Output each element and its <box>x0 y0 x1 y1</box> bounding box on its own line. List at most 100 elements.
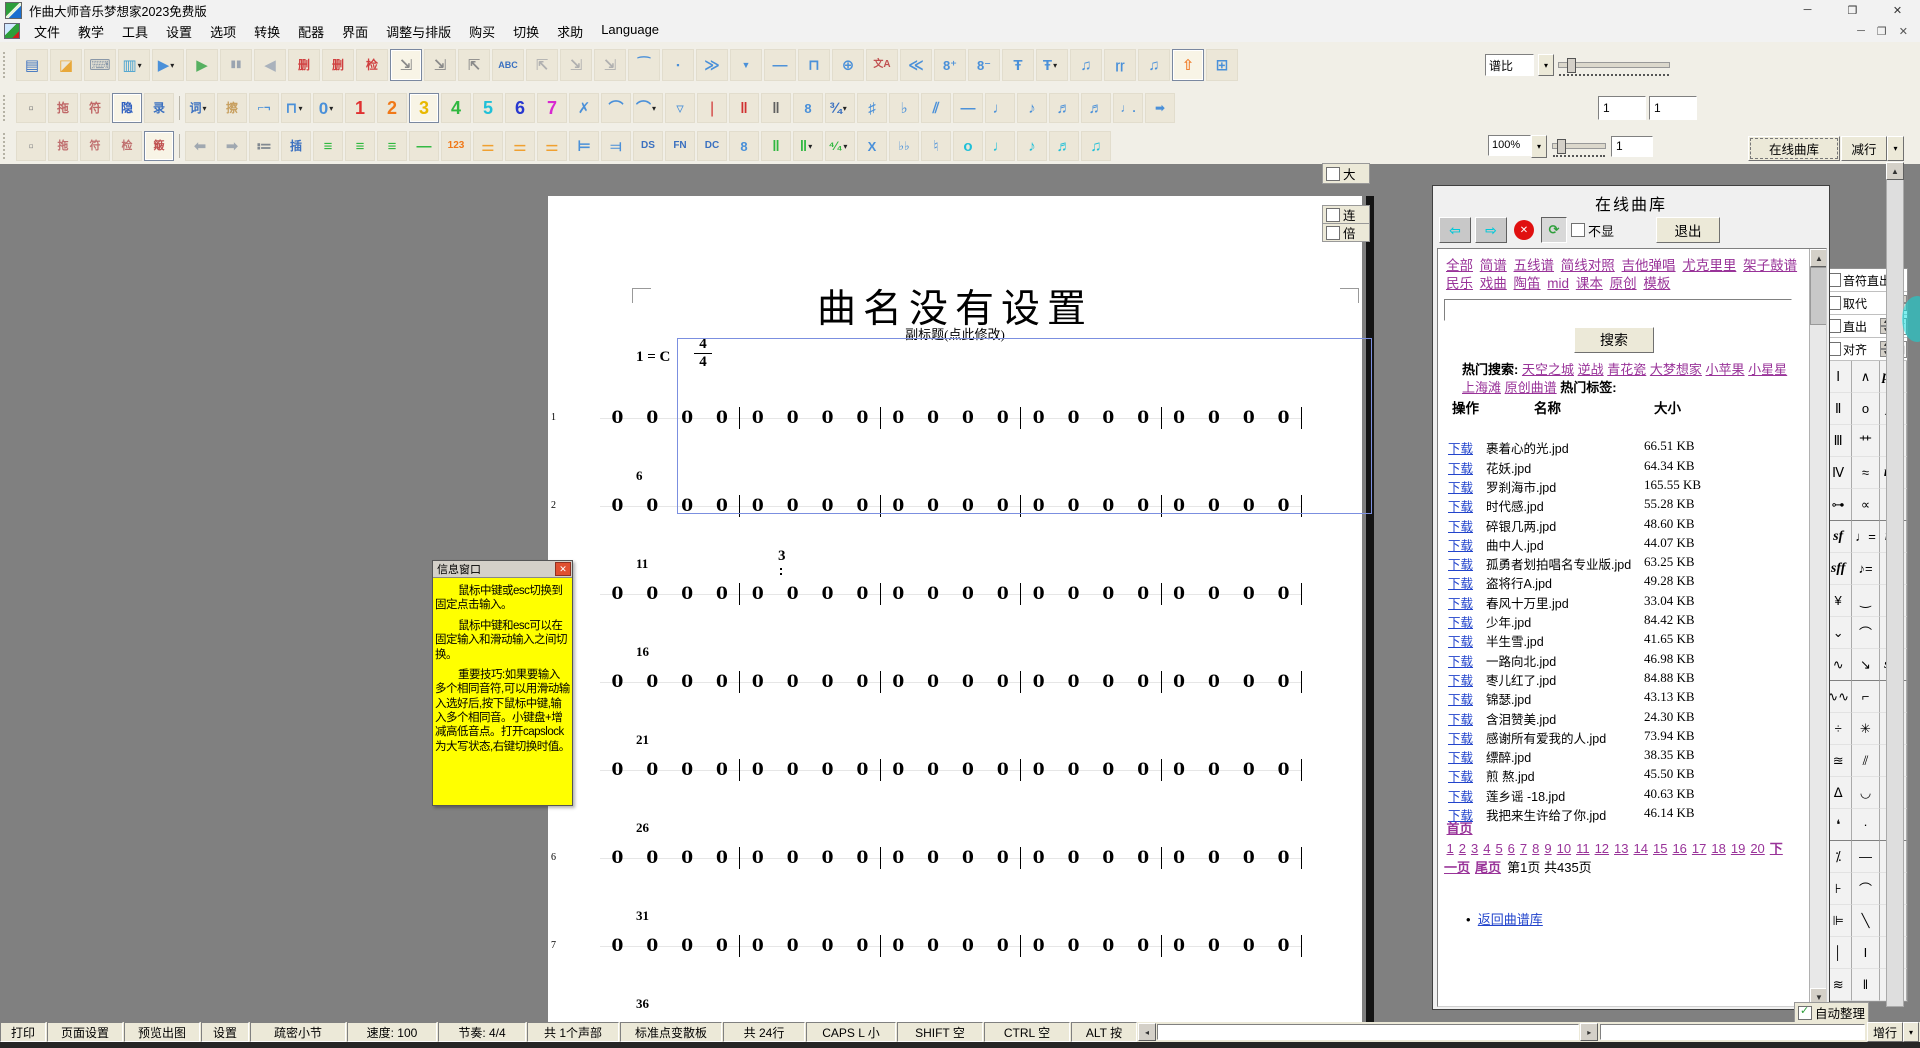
mixer-button[interactable]: ▥▾ <box>118 49 150 81</box>
add-row-button[interactable]: 增行 <box>1867 1022 1903 1042</box>
download-link[interactable]: 下载 <box>1448 516 1486 535</box>
green-lines-2-button[interactable]: ≡ <box>345 131 375 161</box>
hot-link-逆战[interactable]: 逆战 <box>1578 362 1604 377</box>
frame-box-button[interactable]: ⊓▾ <box>281 93 311 123</box>
menu-界面[interactable]: 界面 <box>333 20 377 43</box>
delete-note-button[interactable]: ✗ <box>569 93 599 123</box>
page-link-13[interactable]: 13 <box>1614 841 1628 856</box>
bar-count-input-2[interactable]: 1 <box>1649 96 1697 120</box>
accent-back-button[interactable]: ≪ <box>900 49 932 81</box>
digit-4-button[interactable]: 4 <box>441 93 471 123</box>
menu-切换[interactable]: 切换 <box>504 20 548 43</box>
menu-设置[interactable]: 设置 <box>157 20 201 43</box>
status-打印[interactable]: 打印 <box>0 1022 46 1042</box>
download-link[interactable]: 下载 <box>1448 651 1486 670</box>
palette-symbol[interactable]: ⌐ <box>1852 681 1879 713</box>
arrange-mid-button[interactable]: ⇲ <box>560 49 592 81</box>
reduce-row-button[interactable]: 减行 <box>1841 136 1887 161</box>
double-flat-button[interactable]: ♭♭ <box>889 131 919 161</box>
checkbox-slur-row[interactable]: 连 <box>1322 205 1370 224</box>
category-link-全部[interactable]: 全部 <box>1446 258 1473 273</box>
section-bar-2-button[interactable]: ‖▾ <box>793 131 823 161</box>
page-link-7[interactable]: 7 <box>1520 841 1527 856</box>
download-link[interactable]: 下载 <box>1448 766 1486 785</box>
page-link-2[interactable]: 2 <box>1459 841 1466 856</box>
delete-track-button[interactable]: 删 <box>322 49 354 81</box>
style-tool-button[interactable]: 簸 <box>144 131 174 161</box>
mdi-minimize-icon[interactable]: ─ <box>1851 25 1871 38</box>
hot-link-青花瓷[interactable]: 青花瓷 <box>1607 362 1646 377</box>
paste-mode-1-button[interactable]: ⇲ <box>390 49 422 81</box>
page-slider[interactable] <box>1552 143 1606 149</box>
digit-3-button[interactable]: 3 <box>409 93 439 123</box>
palette-symbol[interactable]: ⫽ <box>1852 745 1879 777</box>
page-first-link[interactable]: 首页 <box>1447 821 1473 836</box>
symbol-note-tool-button[interactable]: 符 <box>80 93 110 123</box>
palette-symbol[interactable]: ◡ <box>1852 777 1879 809</box>
download-link[interactable]: 下载 <box>1448 728 1486 747</box>
dropdown-arrow-icon[interactable]: ▾ <box>203 104 211 113</box>
delete-measure-button[interactable]: 删 <box>288 49 320 81</box>
download-link[interactable]: 下载 <box>1448 477 1486 496</box>
dash-group-1-button[interactable]: ⚌ <box>473 131 503 161</box>
palette-symbol[interactable]: ✳ <box>1852 713 1879 745</box>
repeat-percent-button[interactable]: ⫽ <box>921 93 951 123</box>
menu-配器[interactable]: 配器 <box>289 20 333 43</box>
page-link-4[interactable]: 4 <box>1483 841 1490 856</box>
mdi-close-icon[interactable]: ✕ <box>1893 25 1914 38</box>
palette-symbol[interactable]: ⌒ <box>1852 873 1879 905</box>
download-link[interactable]: 下载 <box>1448 535 1486 554</box>
hide-elements-button[interactable]: 隐 <box>112 93 142 123</box>
tool-grip-button[interactable]: ▫ <box>16 131 46 161</box>
menu-教学[interactable]: 教学 <box>69 20 113 43</box>
green-lines-1-button[interactable]: ≡ <box>313 131 343 161</box>
download-link[interactable]: 下载 <box>1448 709 1486 728</box>
cross-x-button[interactable]: X <box>857 131 887 161</box>
category-link-吉他弹唱[interactable]: 吉他弹唱 <box>1622 258 1676 273</box>
download-link[interactable]: 下载 <box>1448 554 1486 573</box>
cyan-note-3-button[interactable]: ♬ <box>1049 131 1079 161</box>
da-capo-button[interactable]: DC <box>697 131 727 161</box>
locate-target-button[interactable]: ⊕ <box>832 49 864 81</box>
palette-symbol[interactable]: · <box>1852 809 1879 841</box>
lyrics-button[interactable]: 词▾ <box>185 93 215 123</box>
beam-notes-button[interactable]: ♫ <box>1070 49 1102 81</box>
hot-link-天空之城[interactable]: 天空之城 <box>1522 362 1574 377</box>
palette-symbol[interactable]: ‖ <box>1852 969 1879 1001</box>
menu-求助[interactable]: 求助 <box>548 20 592 43</box>
download-link[interactable]: 下载 <box>1448 670 1486 689</box>
library-search-input[interactable] <box>1444 299 1792 321</box>
palette-symbol[interactable]: ⌒ <box>1852 617 1879 649</box>
info-popup[interactable]: 信息窗口 ✕ 鼠标中键或esc切换到固定点击输入。鼠标中键和esc可以在固定输入… <box>432 560 573 806</box>
repeat-start-button[interactable]: ⊨ <box>569 131 599 161</box>
status-设置[interactable]: 设置 <box>201 1022 249 1042</box>
open-file-button[interactable]: ◪ <box>50 49 82 81</box>
download-link[interactable]: 下载 <box>1448 593 1486 612</box>
cyan-note-4-button[interactable]: ♫ <box>1081 131 1111 161</box>
flat-button[interactable]: ♭ <box>889 93 919 123</box>
page-link-15[interactable]: 15 <box>1653 841 1667 856</box>
time-sig-4-4-button[interactable]: ⁴⁄₄▾ <box>825 131 855 161</box>
palette-symbol[interactable]: — <box>1852 841 1879 873</box>
toolbar-grip[interactable] <box>3 133 10 159</box>
bar-count-input-1[interactable]: 1 <box>1598 96 1646 120</box>
page-link-12[interactable]: 12 <box>1595 841 1609 856</box>
toolbar-grip[interactable] <box>3 52 10 78</box>
hscroll-right-icon[interactable]: ▸ <box>1580 1023 1598 1041</box>
dropdown-arrow-icon[interactable]: ▾ <box>170 61 178 70</box>
bracket-pair-button[interactable]: ⌐¬ <box>249 93 279 123</box>
drop-marker-button[interactable]: ▼ <box>730 49 762 81</box>
digit-1-button[interactable]: 1 <box>345 93 375 123</box>
auto-arrange-row[interactable]: ✓ 自动整理 <box>1794 1002 1869 1023</box>
dash-group-2-button[interactable]: ⚌ <box>505 131 535 161</box>
repeat-end-button[interactable]: ⫤ <box>601 131 631 161</box>
dropdown-arrow-icon[interactable]: ▾ <box>298 104 306 113</box>
page-link-1[interactable]: 1 <box>1447 841 1454 856</box>
palette-symbol[interactable]: ↘ <box>1852 649 1879 681</box>
online-library-button[interactable]: 在线曲库 <box>1748 136 1840 161</box>
horizontal-scrollbar[interactable] <box>1157 1024 1579 1040</box>
dropdown-arrow-icon[interactable]: ▾ <box>652 104 660 113</box>
reduce-row-dropdown[interactable]: ▾ <box>1887 136 1904 161</box>
menu-购买[interactable]: 购买 <box>460 20 504 43</box>
extend-dash-button[interactable]: — <box>953 93 983 123</box>
